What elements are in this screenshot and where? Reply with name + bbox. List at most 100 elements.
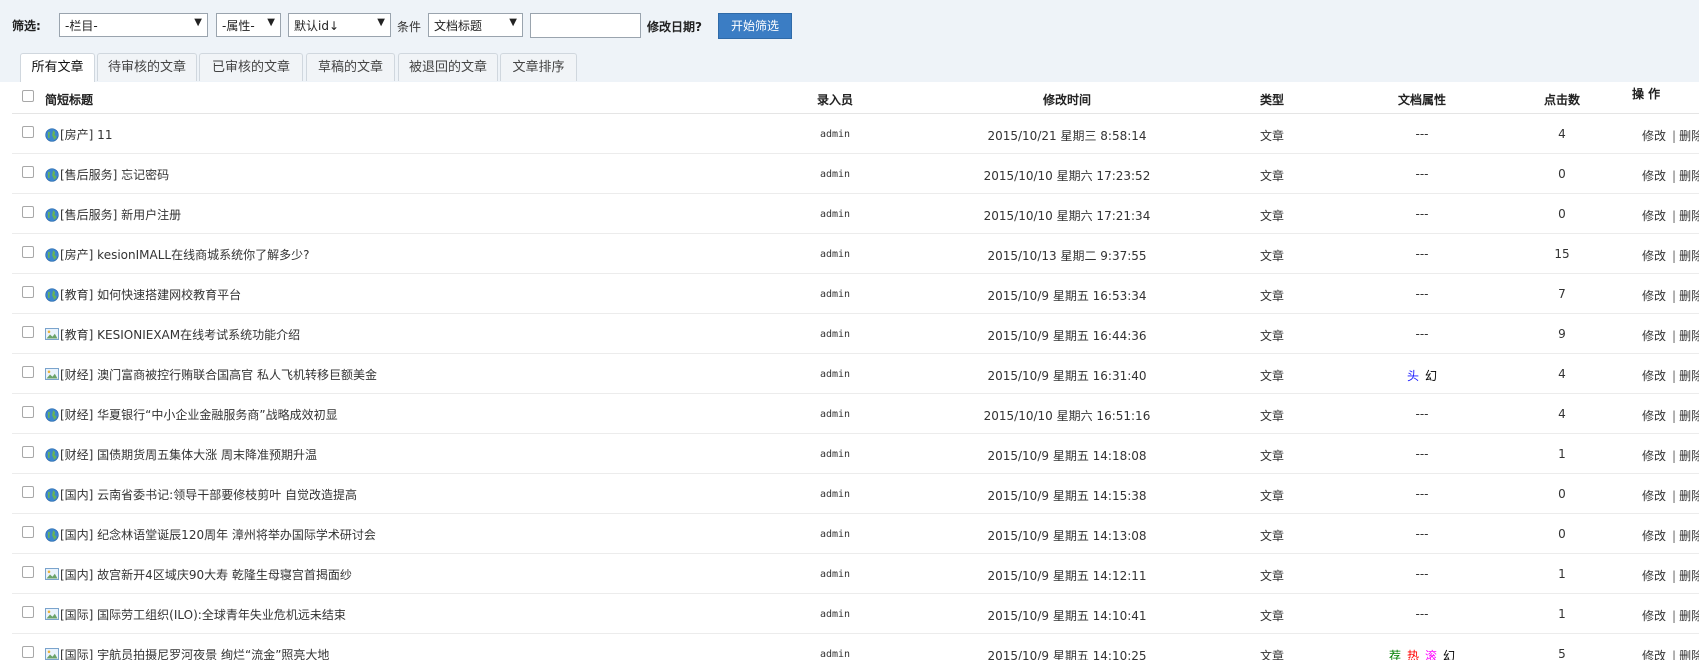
row-checkbox[interactable] [22, 446, 34, 458]
delete-link[interactable]: 删除 [1679, 289, 1699, 303]
row-checkbox[interactable] [22, 246, 34, 258]
doc-attr-cell: --- [1332, 247, 1512, 261]
type-cell: 文章 [1259, 249, 1284, 263]
keyword-input[interactable] [530, 13, 641, 38]
table-row: [教育] 如何快速搭建网校教育平台 admin 2015/10/9 星期五 16… [12, 274, 1699, 314]
article-title-link[interactable]: [国内] 纪念林语堂诞辰120周年 漳州将举办国际学术研讨会 [60, 526, 376, 543]
article-title-link[interactable]: [房产] 11 [60, 126, 112, 143]
edit-link[interactable]: 修改 [1642, 569, 1666, 583]
article-title-link[interactable]: [教育] KESIONIEXAM在线考试系统功能介绍 [60, 326, 300, 343]
modify-time-cell: 2015/10/9 星期五 14:12:11 [987, 569, 1147, 583]
start-filter-button[interactable]: 开始筛选 [718, 13, 792, 39]
article-title-link[interactable]: [教育] 如何快速搭建网校教育平台 [60, 286, 241, 303]
article-title-link[interactable]: [国内] 故宫新开4区域庆90大寿 乾隆生母寝宫首揭面纱 [60, 566, 352, 583]
tab-drafts[interactable]: 草稿的文章 [306, 53, 395, 81]
row-checkbox[interactable] [22, 286, 34, 298]
category-select[interactable]: -栏目- ▼ [59, 13, 208, 37]
edit-link[interactable]: 修改 [1642, 449, 1666, 463]
row-checkbox[interactable] [22, 646, 34, 658]
field-select-value: 文档标题 [434, 19, 483, 33]
row-checkbox[interactable] [22, 206, 34, 218]
delete-link[interactable]: 删除 [1679, 249, 1699, 263]
article-title-link[interactable]: [财经] 华夏银行“中小企业金融服务商”战略成效初显 [60, 406, 338, 423]
article-title-link[interactable]: [国内] 云南省委书记:领导干部要修枝剪叶 自觉改造提高 [60, 486, 357, 503]
delete-link[interactable]: 删除 [1679, 209, 1699, 223]
table-row: [国内] 故宫新开4区域庆90大寿 乾隆生母寝宫首揭面纱 admin 2015/… [12, 554, 1699, 594]
row-checkbox[interactable] [22, 526, 34, 538]
attribute-select[interactable]: -属性- ▼ [216, 13, 281, 37]
tab-bar: 所有文章 待审核的文章 已审核的文章 草稿的文章 被退回的文章 文章排序 [0, 47, 1699, 82]
article-title-link[interactable]: [财经] 澳门富商被控行贿联合国高官 私人飞机转移巨额美金 [60, 366, 377, 383]
row-checkbox[interactable] [22, 326, 34, 338]
ops-cell: 修改 | 删除 [1642, 567, 1699, 584]
article-title-link[interactable]: [房产] kesionIMALL在线商城系统你了解多少? [60, 246, 309, 263]
row-checkbox[interactable] [22, 566, 34, 578]
row-checkbox[interactable] [22, 606, 34, 618]
globe-icon [45, 408, 59, 422]
delete-link[interactable]: 删除 [1679, 609, 1699, 623]
tab-approved[interactable]: 已审核的文章 [199, 53, 303, 81]
type-cell: 文章 [1259, 649, 1284, 660]
doc-attr-flag: 热 [1406, 649, 1419, 660]
hits-cell: 0 [1558, 527, 1566, 541]
article-title-link[interactable]: [国际] 宇航员拍摄尼罗河夜景 绚烂“流金”照亮大地 [60, 646, 329, 660]
hits-cell: 0 [1558, 487, 1566, 501]
tab-rejected[interactable]: 被退回的文章 [398, 53, 498, 81]
delete-link[interactable]: 删除 [1679, 529, 1699, 543]
edit-link[interactable]: 修改 [1642, 489, 1666, 503]
order-select[interactable]: 默认id↓ ▼ [288, 13, 391, 37]
doc-attr-empty: --- [1415, 407, 1429, 421]
delete-link[interactable]: 删除 [1679, 649, 1699, 660]
modify-date-label[interactable]: 修改日期? [647, 18, 702, 35]
row-checkbox[interactable] [22, 406, 34, 418]
dropdown-arrow-icon: ▼ [377, 17, 385, 28]
article-title-link[interactable]: [售后服务] 新用户注册 [60, 206, 181, 223]
article-title-link[interactable]: [国际] 国际劳工组织(ILO):全球青年失业危机远未结束 [60, 606, 346, 623]
row-checkbox[interactable] [22, 486, 34, 498]
delete-link[interactable]: 删除 [1679, 169, 1699, 183]
hits-cell: 15 [1554, 247, 1570, 261]
edit-link[interactable]: 修改 [1642, 369, 1666, 383]
delete-link[interactable]: 删除 [1679, 569, 1699, 583]
table-row: [国际] 宇航员拍摄尼罗河夜景 绚烂“流金”照亮大地 admin 2015/10… [12, 634, 1699, 660]
edit-link[interactable]: 修改 [1642, 289, 1666, 303]
row-checkbox[interactable] [22, 126, 34, 138]
edit-link[interactable]: 修改 [1642, 249, 1666, 263]
edit-link[interactable]: 修改 [1642, 129, 1666, 143]
delete-link[interactable]: 删除 [1679, 449, 1699, 463]
delete-link[interactable]: 删除 [1679, 329, 1699, 343]
edit-link[interactable]: 修改 [1642, 609, 1666, 623]
modify-time-cell: 2015/10/10 星期六 16:51:16 [983, 409, 1151, 423]
author-cell: admin [819, 449, 851, 460]
edit-link[interactable]: 修改 [1642, 409, 1666, 423]
delete-link[interactable]: 删除 [1679, 129, 1699, 143]
delete-link[interactable]: 删除 [1679, 369, 1699, 383]
edit-link[interactable]: 修改 [1642, 649, 1666, 660]
ops-cell: 修改 | 删除 [1642, 407, 1699, 424]
edit-link[interactable]: 修改 [1642, 329, 1666, 343]
tab-pending-review[interactable]: 待审核的文章 [97, 53, 197, 81]
tab-all-articles[interactable]: 所有文章 [20, 53, 95, 82]
globe-icon [45, 288, 59, 302]
article-title-link[interactable]: [售后服务] 忘记密码 [60, 166, 169, 183]
author-cell: admin [819, 609, 851, 620]
edit-link[interactable]: 修改 [1642, 209, 1666, 223]
modify-time-cell: 2015/10/21 星期三 8:58:14 [987, 129, 1147, 143]
edit-link[interactable]: 修改 [1642, 529, 1666, 543]
delete-link[interactable]: 删除 [1679, 409, 1699, 423]
tab-article-sort[interactable]: 文章排序 [500, 53, 577, 81]
delete-link[interactable]: 删除 [1679, 489, 1699, 503]
row-checkbox[interactable] [22, 366, 34, 378]
globe-icon [45, 448, 59, 462]
doc-attr-empty: --- [1415, 167, 1429, 181]
edit-link[interactable]: 修改 [1642, 169, 1666, 183]
row-checkbox[interactable] [22, 166, 34, 178]
doc-attr-cell: --- [1332, 207, 1512, 221]
doc-attr-empty: --- [1415, 487, 1429, 501]
modify-time-cell: 2015/10/9 星期五 14:15:38 [987, 489, 1147, 503]
select-all-checkbox[interactable] [22, 90, 34, 102]
filter-label: 筛选: [12, 19, 41, 33]
article-title-link[interactable]: [财经] 国债期货周五集体大涨 周末降准预期升温 [60, 446, 317, 463]
globe-icon [45, 208, 59, 222]
field-select[interactable]: 文档标题 ▼ [428, 13, 523, 37]
